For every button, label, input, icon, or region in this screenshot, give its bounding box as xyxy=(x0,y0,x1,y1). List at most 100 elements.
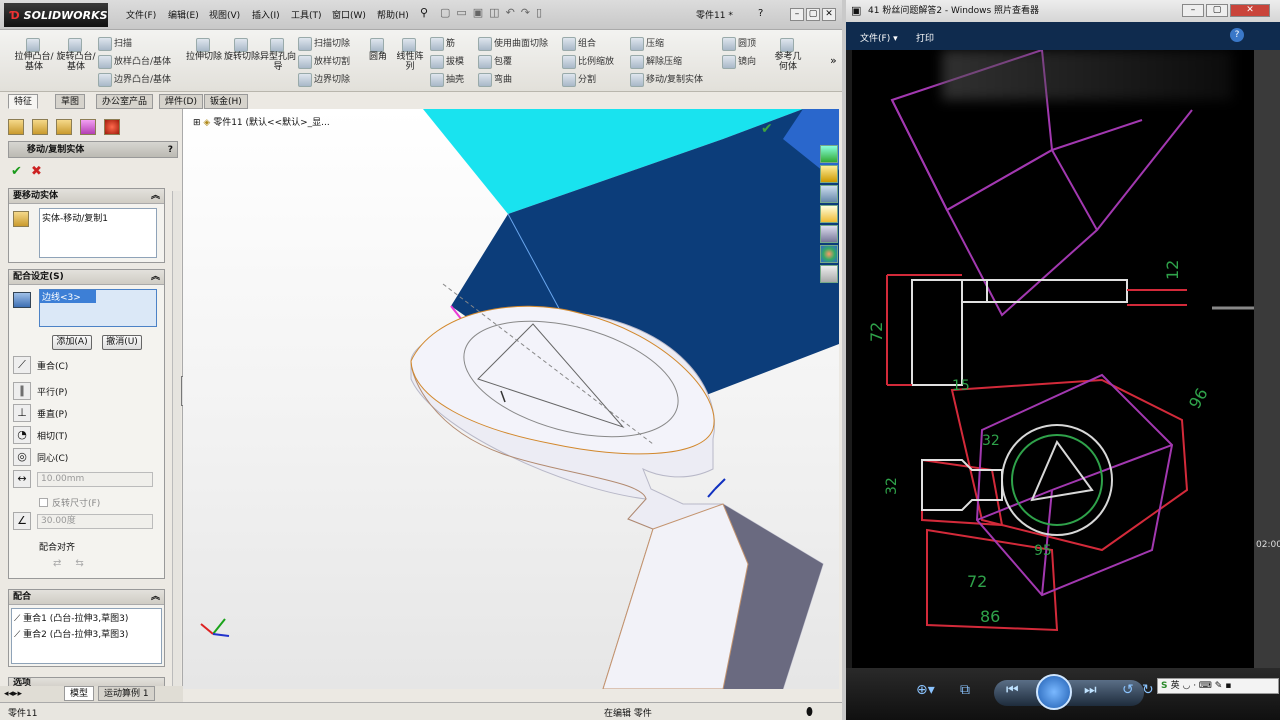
hole-wizard-button[interactable]: 异型孔向导 xyxy=(260,38,296,72)
mate-selection-list[interactable]: 边线<3> xyxy=(39,289,157,327)
model-3d-view[interactable] xyxy=(183,109,839,689)
custom-properties-icon[interactable] xyxy=(820,265,838,283)
solidworks-logo[interactable]: Ɗ SOLIDWORKS xyxy=(4,3,108,27)
mates-list[interactable]: ⟋ 重合1 (凸台-拉伸3,草图3) ⟋ 重合2 (凸台-拉伸3,草图3) xyxy=(11,608,162,664)
flex-button[interactable]: 弯曲 xyxy=(478,72,512,87)
pv-close-button[interactable]: ✕ xyxy=(1230,4,1270,17)
cancel-x-icon[interactable]: ✖ xyxy=(31,164,42,179)
mates-group-header[interactable]: 配合 ︽ xyxy=(9,590,164,605)
display-manager-icon[interactable] xyxy=(104,119,120,135)
linear-pattern-button[interactable]: 线性阵列 xyxy=(394,38,426,72)
reference-geometry-button[interactable]: 参考几何体 xyxy=(772,38,804,72)
collapse-icon[interactable]: ︽ xyxy=(151,270,160,284)
pin-icon[interactable]: ⚲ xyxy=(420,6,428,19)
feature-tree-icon[interactable] xyxy=(8,119,24,135)
flip-dimension-checkbox[interactable]: 反转尺寸(F) xyxy=(39,496,100,509)
menu-window[interactable]: 窗口(W) xyxy=(332,8,366,21)
undo-button[interactable]: 撤消(U) xyxy=(102,335,142,350)
tab-office[interactable]: 办公室产品 xyxy=(96,94,154,109)
coincident-option[interactable]: ⟋ 重合(C) xyxy=(13,356,68,374)
wrap-button[interactable]: 包覆 xyxy=(478,54,512,69)
appearances-icon[interactable] xyxy=(820,245,838,263)
menu-edit[interactable]: 编辑(E) xyxy=(168,8,199,21)
next-icon[interactable]: ⏭ xyxy=(1084,682,1097,698)
loft-cut-button[interactable]: 放样切割 xyxy=(298,54,350,69)
file-explorer-icon[interactable] xyxy=(820,205,838,223)
graphics-area[interactable]: ⊞ ◈ 零件11 (默认<<默认>_显... 🔍︎🔎︎⤢▣◈◐⚙◉◍◧ ◫⊡▭✕ xyxy=(183,109,839,689)
fillet-button[interactable]: 圆角 xyxy=(364,38,392,62)
pv-menu-file[interactable]: 文件(F) ▾ xyxy=(860,31,898,44)
mirror-button[interactable]: 镜向 xyxy=(722,54,756,69)
help-icon[interactable]: ? xyxy=(758,8,763,19)
angle-field[interactable]: 30.00度 xyxy=(37,513,153,529)
menu-tools[interactable]: 工具(T) xyxy=(291,8,322,21)
tab-weldments[interactable]: 焊件(D) xyxy=(159,94,203,109)
bodies-list[interactable]: 实体-移动/复制1 xyxy=(39,208,157,258)
rotate-right-icon[interactable]: ↻ xyxy=(1142,682,1154,698)
extrude-cut-button[interactable]: 拉伸切除 xyxy=(186,38,222,62)
view-palette-icon[interactable] xyxy=(820,225,838,243)
sweep-button[interactable]: 扫描 xyxy=(98,36,132,51)
boundary-boss-button[interactable]: 边界凸台/基体 xyxy=(98,72,171,87)
home-icon[interactable] xyxy=(820,165,838,183)
split-button[interactable]: 分割 xyxy=(562,72,596,87)
sweep-cut-button[interactable]: 扫描切除 xyxy=(298,36,350,51)
parallel-option[interactable]: ∥ 平行(P) xyxy=(13,382,67,400)
collapse-icon[interactable]: ︽ xyxy=(151,189,160,203)
perpendicular-option[interactable]: ⊥ 垂直(P) xyxy=(13,404,67,422)
mate-settings-header[interactable]: 配合设定(S) ︽ xyxy=(9,270,164,285)
revolve-cut-button[interactable]: 旋转切除 xyxy=(224,38,260,62)
list-item[interactable]: ⟋ 重合2 (凸台-拉伸3,草图3) xyxy=(14,627,159,640)
draft-button[interactable]: 拔模 xyxy=(430,54,464,69)
scale-button[interactable]: 比例缩放 xyxy=(562,54,614,69)
ok-check-icon[interactable]: ✔ xyxy=(11,164,22,179)
tab-features[interactable]: 特征 xyxy=(8,94,39,109)
zoom-icon[interactable]: ⊕▾ xyxy=(916,682,935,698)
angle-option[interactable]: ∠ 30.00度 xyxy=(13,512,153,530)
distance-field[interactable]: 10.00mm xyxy=(37,471,153,487)
dimxpert-icon[interactable] xyxy=(80,119,96,135)
menu-file[interactable]: 文件(F) xyxy=(126,8,156,21)
loft-boss-button[interactable]: 放样凸台/基体 xyxy=(98,54,171,69)
menu-help[interactable]: 帮助(H) xyxy=(377,8,409,21)
ribbon-expand-icon[interactable]: » xyxy=(830,54,837,67)
unsuppress-button[interactable]: 解除压缩 xyxy=(630,54,682,69)
combine-button[interactable]: 组合 xyxy=(562,36,596,51)
previous-icon[interactable]: ⏮ xyxy=(1006,682,1019,698)
move-copy-body-button[interactable]: 移动/复制实体 xyxy=(630,72,703,87)
pv-maximize-button[interactable]: ▢ xyxy=(1206,4,1228,17)
add-button[interactable]: 添加(A) xyxy=(52,335,92,350)
property-manager-icon[interactable] xyxy=(32,119,48,135)
concentric-option[interactable]: ◎ 同心(C) xyxy=(13,448,68,466)
restore-button[interactable]: ▢ xyxy=(806,8,820,21)
tab-model[interactable]: 模型 xyxy=(64,686,95,701)
slideshow-button[interactable] xyxy=(1036,674,1072,710)
revolve-boss-button[interactable]: 旋转凸台/基体 xyxy=(56,38,96,72)
design-library-icon[interactable] xyxy=(820,185,838,203)
actual-size-icon[interactable]: ⧉ xyxy=(960,682,970,698)
rib-button[interactable]: 筋 xyxy=(430,36,455,51)
pv-menu-print[interactable]: 打印 xyxy=(916,31,934,44)
confirm-corner-check-icon[interactable]: ✔ xyxy=(761,121,773,137)
configuration-icon[interactable] xyxy=(56,119,72,135)
tab-motion-study[interactable]: 运动算例 1 xyxy=(98,686,155,701)
list-item[interactable]: ⟋ 重合1 (凸台-拉伸3,草图3) xyxy=(14,611,159,624)
ime-toolbar[interactable]: S 英 ◡ · ⌨ ✎ ▪ xyxy=(1157,678,1279,694)
rotate-left-icon[interactable]: ↺ xyxy=(1122,682,1134,698)
dome-button[interactable]: 圆顶 xyxy=(722,36,756,51)
shell-button[interactable]: 抽壳 xyxy=(430,72,464,87)
tangent-option[interactable]: ◔ 相切(T) xyxy=(13,426,68,444)
pm-scrollbar[interactable] xyxy=(172,191,181,686)
tab-sketch[interactable]: 草图 xyxy=(55,94,86,109)
pv-minimize-button[interactable]: – xyxy=(1182,4,1204,17)
bodies-group-header[interactable]: 要移动实体 ︽ xyxy=(9,189,164,204)
photo-image[interactable]: 12 72 32 15 32 72 86 96 95 xyxy=(852,50,1254,668)
pv-help-icon[interactable]: ? xyxy=(1230,28,1244,42)
cut-with-surface-button[interactable]: 使用曲面切除 xyxy=(478,36,548,51)
help-question-icon[interactable]: ? xyxy=(168,142,173,158)
resources-icon[interactable] xyxy=(820,145,838,163)
suppress-button[interactable]: 压缩 xyxy=(630,36,664,51)
menu-insert[interactable]: 插入(I) xyxy=(252,8,280,21)
collapse-icon[interactable]: ︽ xyxy=(151,590,160,604)
tab-nav-icons[interactable]: ◂◂▸▸ xyxy=(4,689,22,699)
